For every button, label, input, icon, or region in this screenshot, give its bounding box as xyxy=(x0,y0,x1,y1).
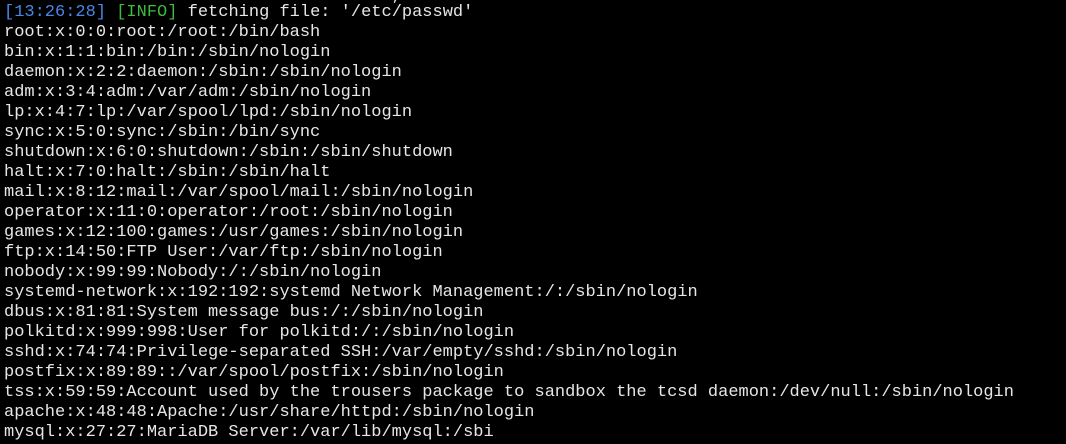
output-line: systemd-network:x:192:192:systemd Networ… xyxy=(4,283,698,302)
output-line: postfix:x:89:89::/var/spool/postfix:/sbi… xyxy=(4,363,504,382)
output-line: ftp:x:14:50:FTP User:/var/ftp:/sbin/nolo… xyxy=(4,243,443,262)
output-line: games:x:12:100:games:/usr/games:/sbin/no… xyxy=(4,223,464,242)
output-line: shutdown:x:6:0:shutdown:/sbin:/sbin/shut… xyxy=(4,143,453,162)
output-line: sshd:x:74:74:Privilege-separated SSH:/va… xyxy=(4,343,678,362)
output-line: root:x:0:0:root:/root:/bin/bash xyxy=(4,23,321,42)
output-line: polkitd:x:999:998:User for polkitd:/:/sb… xyxy=(4,323,515,342)
output-line: lp:x:4:7:lp:/var/spool/lpd:/sbin/nologin xyxy=(4,103,413,122)
output-line: bin:x:1:1:bin:/bin:/sbin/nologin xyxy=(4,43,331,62)
log-message: fetching file: '/etc/passwd' xyxy=(177,3,474,22)
output-line: dbus:x:81:81:System message bus:/:/sbin/… xyxy=(4,303,484,322)
output-line: mail:x:8:12:mail:/var/spool/mail:/sbin/n… xyxy=(4,183,474,202)
terminal-window[interactable]: ' · , ' [13:26:28] [INFO] fetching file:… xyxy=(0,0,1066,444)
log-line: [13:26:28] [INFO] fetching file: '/etc/p… xyxy=(4,3,1066,23)
output-line: tss:x:59:59:Account used by the trousers… xyxy=(4,383,1014,402)
log-timestamp: [13:26:28] xyxy=(4,3,107,22)
output-line: sync:x:5:0:sync:/sbin:/bin/sync xyxy=(4,123,321,142)
output-line: nobody:x:99:99:Nobody:/:/sbin/nologin xyxy=(4,263,382,282)
terminal-output: [13:26:28] [INFO] fetching file: '/etc/p… xyxy=(4,3,1066,443)
output-line: adm:x:3:4:adm:/var/adm:/sbin/nologin xyxy=(4,83,372,102)
output-line: mysql:x:27:27:MariaDB Server:/var/lib/my… xyxy=(4,423,494,442)
output-line: daemon:x:2:2:daemon:/sbin:/sbin/nologin xyxy=(4,63,402,82)
passwd-file-content: root:x:0:0:root:/root:/bin/bash bin:x:1:1… xyxy=(4,23,1066,443)
output-line: operator:x:11:0:operator:/root:/sbin/nol… xyxy=(4,203,453,222)
output-line: halt:x:7:0:halt:/sbin:/sbin/halt xyxy=(4,163,331,182)
output-line: apache:x:48:48:Apache:/usr/share/httpd:/… xyxy=(4,403,535,422)
log-level: [INFO] xyxy=(116,3,178,22)
